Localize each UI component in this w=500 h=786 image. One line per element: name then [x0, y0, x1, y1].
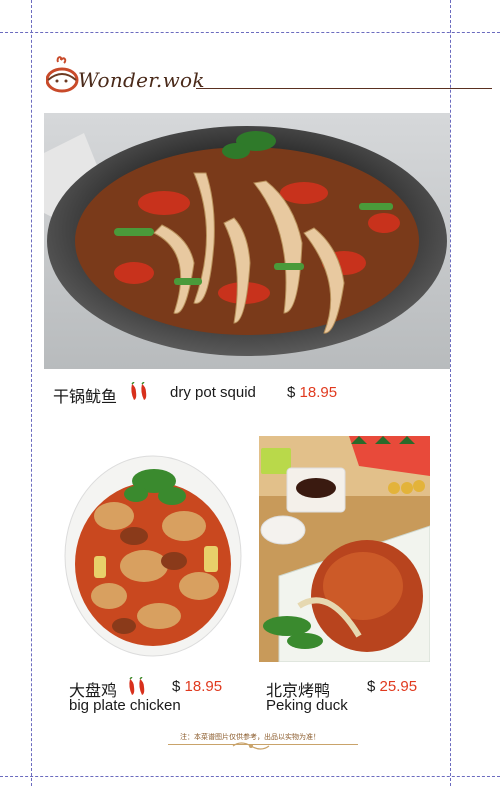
guide-line-left: [31, 0, 32, 786]
dish-2-name-en: big plate chicken: [69, 697, 181, 714]
dish-1-price: $ 18.95: [287, 384, 337, 401]
guide-line-bottom: [0, 776, 500, 777]
dish-photo-big-plate-chicken: [64, 436, 242, 662]
currency-symbol: $: [172, 678, 181, 695]
price-amount: 18.95: [299, 384, 338, 401]
brand-name: Wonder.wok: [78, 68, 205, 92]
guide-line-top: [0, 32, 500, 33]
wok-logo-icon: [46, 56, 79, 93]
brand-logo: Wonder.wok: [46, 50, 492, 100]
chili-pepper-icon: [129, 677, 145, 695]
dish-3-name-en: Peking duck: [266, 697, 348, 714]
guide-line-right: [450, 0, 451, 786]
dish-1-name-en: dry pot squid: [170, 384, 256, 401]
price-amount: 25.95: [379, 678, 418, 695]
currency-symbol: $: [287, 384, 296, 401]
price-amount: 18.95: [184, 678, 223, 695]
logo-underline: [196, 88, 492, 89]
currency-symbol: $: [367, 678, 376, 695]
chili-pepper-icon: [131, 382, 147, 400]
dish-1-name-cn: 干锅鱿鱼: [53, 387, 118, 406]
dish-3-price: $ 25.95: [367, 678, 417, 695]
ornament-flourish-icon: [232, 742, 270, 750]
dish-photo-dry-pot-squid: [44, 113, 450, 369]
dish-photo-peking-duck: [259, 436, 430, 662]
dish-2-price: $ 18.95: [172, 678, 222, 695]
